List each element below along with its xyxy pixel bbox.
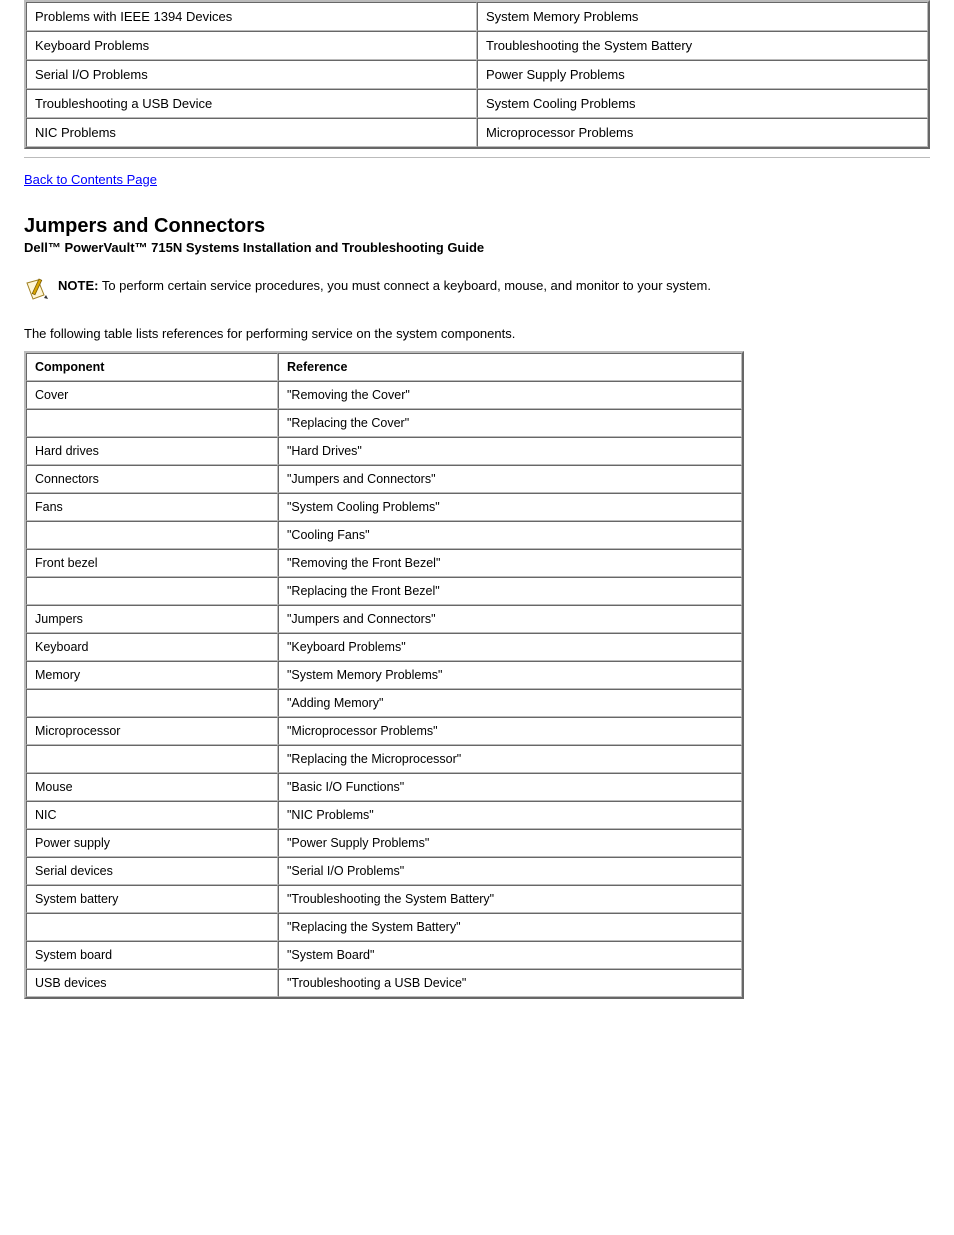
table-row: USB devices"Troubleshooting a USB Device… [26,969,742,997]
component-cell: Memory [26,661,278,689]
table-row: Serial devices"Serial I/O Problems" [26,857,742,885]
reference-cell: "Removing the Cover" [278,381,742,409]
reference-cell: "Basic I/O Functions" [278,773,742,801]
component-cell: NIC [26,801,278,829]
table-row: "Replacing the Microprocessor" [26,745,742,773]
component-cell: Serial devices [26,857,278,885]
reference-cell: "System Cooling Problems" [278,493,742,521]
reference-cell: "Cooling Fans" [278,521,742,549]
reference-cell: "Hard Drives" [278,437,742,465]
table-row: Microprocessor"Microprocessor Problems" [26,717,742,745]
table-header-row: Component Reference [26,353,742,381]
table-row: Serial I/O ProblemsPower Supply Problems [26,60,928,89]
problem-left: Troubleshooting a USB Device [26,89,477,118]
problem-left: Keyboard Problems [26,31,477,60]
problem-left: Serial I/O Problems [26,60,477,89]
table-row: Keyboard ProblemsTroubleshooting the Sys… [26,31,928,60]
table-row: NIC"NIC Problems" [26,801,742,829]
table-row: "Adding Memory" [26,689,742,717]
problem-left: Problems with IEEE 1394 Devices [26,2,477,31]
problem-left: NIC Problems [26,118,477,147]
table-row: NIC ProblemsMicroprocessor Problems [26,118,928,147]
reference-cell: "Replacing the Front Bezel" [278,577,742,605]
note-prefix: NOTE: [58,278,98,293]
reference-cell: "Replacing the Cover" [278,409,742,437]
component-cell [26,577,278,605]
component-cell: Connectors [26,465,278,493]
table-row: Connectors"Jumpers and Connectors" [26,465,742,493]
problem-right: Microprocessor Problems [477,118,928,147]
component-cell: USB devices [26,969,278,997]
reference-cell: "Adding Memory" [278,689,742,717]
table-row: "Replacing the Front Bezel" [26,577,742,605]
table-row: Fans"System Cooling Problems" [26,493,742,521]
table-row: Keyboard"Keyboard Problems" [26,633,742,661]
table-row: Hard drives"Hard Drives" [26,437,742,465]
table-row: Cover"Removing the Cover" [26,381,742,409]
component-cell: Keyboard [26,633,278,661]
reference-cell: "Microprocessor Problems" [278,717,742,745]
component-cell [26,745,278,773]
component-cell: Hard drives [26,437,278,465]
component-cell: Microprocessor [26,717,278,745]
table-row: Front bezel"Removing the Front Bezel" [26,549,742,577]
reference-cell: "System Memory Problems" [278,661,742,689]
table-row: System battery"Troubleshooting the Syste… [26,885,742,913]
problem-right: System Cooling Problems [477,89,928,118]
component-cell: Fans [26,493,278,521]
header-component: Component [26,353,278,381]
component-cell [26,913,278,941]
component-cell: Front bezel [26,549,278,577]
reference-cell: "Keyboard Problems" [278,633,742,661]
table-row: "Replacing the System Battery" [26,913,742,941]
table-row: Jumpers"Jumpers and Connectors" [26,605,742,633]
component-cell: System battery [26,885,278,913]
reference-cell: "Replacing the System Battery" [278,913,742,941]
table-row: Power supply"Power Supply Problems" [26,829,742,857]
reference-cell: "Replacing the Microprocessor" [278,745,742,773]
component-cell: System board [26,941,278,969]
problem-right: Power Supply Problems [477,60,928,89]
table-row: System board"System Board" [26,941,742,969]
note-text: NOTE: To perform certain service procedu… [58,277,930,296]
reference-cell: "Removing the Front Bezel" [278,549,742,577]
table-row: Memory"System Memory Problems" [26,661,742,689]
component-cell: Jumpers [26,605,278,633]
back-to-contents-link[interactable]: Back to Contents Page [24,172,157,187]
reference-cell: "Jumpers and Connectors" [278,605,742,633]
section-heading: Jumpers and Connectors [24,215,930,238]
reference-cell: "Troubleshooting the System Battery" [278,885,742,913]
table-row: "Replacing the Cover" [26,409,742,437]
reference-cell: "System Board" [278,941,742,969]
reference-cell: "NIC Problems" [278,801,742,829]
section-divider [24,157,930,158]
component-cell [26,521,278,549]
table-row: Mouse"Basic I/O Functions" [26,773,742,801]
reference-cell: "Jumpers and Connectors" [278,465,742,493]
reference-cell: "Troubleshooting a USB Device" [278,969,742,997]
problem-right: Troubleshooting the System Battery [477,31,928,60]
manual-title: Dell™ PowerVault™ 715N Systems Installat… [24,240,930,255]
note-block: NOTE: To perform certain service procedu… [24,277,930,306]
note-body: To perform certain service procedures, y… [102,278,711,293]
table-row: "Cooling Fans" [26,521,742,549]
problem-right: System Memory Problems [477,2,928,31]
service-reference-table: Component Reference Cover"Removing the C… [24,351,744,999]
component-cell: Cover [26,381,278,409]
component-cell [26,689,278,717]
problems-cross-reference-table: Problems with IEEE 1394 DevicesSystem Me… [24,0,930,149]
note-icon [24,277,50,306]
table-row: Troubleshooting a USB DeviceSystem Cooli… [26,89,928,118]
header-reference: Reference [278,353,742,381]
component-cell: Mouse [26,773,278,801]
component-cell: Power supply [26,829,278,857]
table-row: Problems with IEEE 1394 DevicesSystem Me… [26,2,928,31]
reference-cell: "Serial I/O Problems" [278,857,742,885]
component-cell [26,409,278,437]
reference-table-intro: The following table lists references for… [24,326,930,341]
reference-cell: "Power Supply Problems" [278,829,742,857]
